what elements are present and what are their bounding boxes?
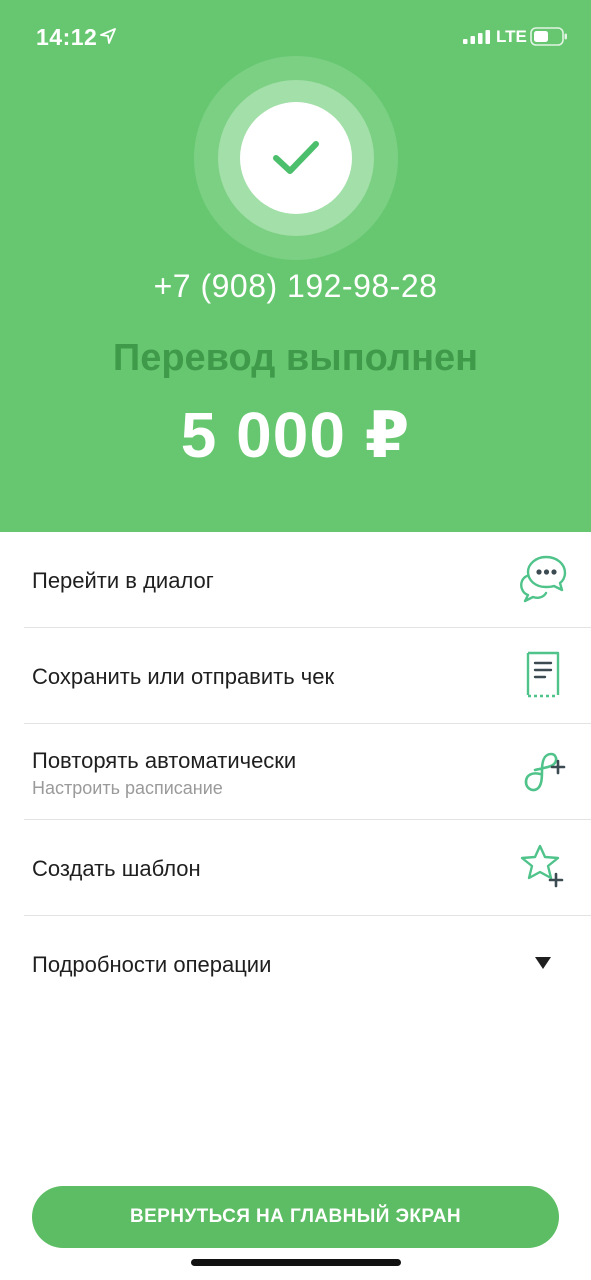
return-home-button[interactable]: ВЕРНУТЬСЯ НА ГЛАВНЫЙ ЭКРАН <box>32 1186 559 1248</box>
action-sublabel: Настроить расписание <box>32 778 223 798</box>
status-time: 14:12 <box>36 24 98 50</box>
action-repeat-auto[interactable]: Повторять автоматически Настроить распис… <box>24 724 591 820</box>
battery-icon <box>530 27 567 46</box>
repeat-plus-icon <box>524 752 566 792</box>
location-arrow-icon <box>100 28 116 44</box>
action-save-receipt[interactable]: Сохранить или отправить чек <box>24 628 591 724</box>
action-operation-details[interactable]: Подробности операции <box>24 916 591 1012</box>
action-label: Создать шаблон <box>32 856 201 881</box>
chat-bubbles-icon <box>520 555 567 603</box>
home-indicator <box>191 1259 401 1266</box>
success-badge <box>194 56 398 260</box>
badge-inner-circle <box>240 102 352 214</box>
recipient-phone: +7 (908) 192-98-28 <box>153 268 438 304</box>
success-header: 14:12 LTE +7 (908) 192-98-28 Перевод вып… <box>0 0 591 532</box>
action-create-template[interactable]: Создать шаблон <box>24 820 591 916</box>
action-label: Сохранить или отправить чек <box>32 664 335 689</box>
network-type: LTE <box>496 27 527 46</box>
action-list: Перейти в диалог Сохранить или отправить… <box>0 532 591 1012</box>
receipt-icon <box>526 651 560 698</box>
action-label: Повторять автоматически <box>32 748 297 773</box>
signal-bars-icon <box>463 30 490 44</box>
chevron-down-icon <box>535 957 551 969</box>
transfer-amount: 5 000 ₽ <box>180 399 411 471</box>
action-label: Перейти в диалог <box>32 568 214 593</box>
action-open-dialog[interactable]: Перейти в диалог <box>24 532 591 628</box>
checkmark-icon <box>273 141 319 174</box>
action-label: Подробности операции <box>32 952 272 977</box>
transfer-status-title: Перевод выполнен <box>112 337 479 379</box>
star-plus-icon <box>520 844 564 888</box>
